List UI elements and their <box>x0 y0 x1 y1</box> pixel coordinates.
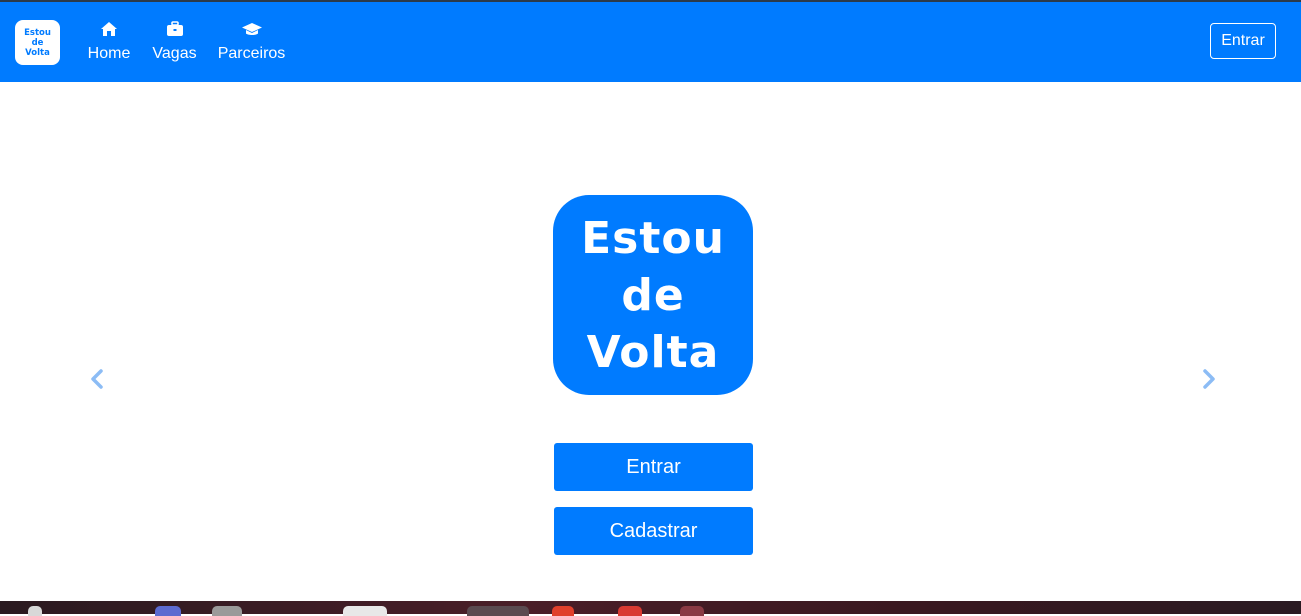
taskbar-app-icon[interactable] <box>467 606 529 616</box>
hero-logo: Estou de Volta <box>553 195 753 395</box>
login-button[interactable]: Entrar <box>554 443 753 491</box>
taskbar-app-icon[interactable] <box>155 606 181 616</box>
taskbar-app-icon[interactable] <box>343 606 387 616</box>
carousel-next[interactable] <box>1200 369 1218 389</box>
brand-logo[interactable]: Estou de Volta <box>15 20 60 65</box>
hero-logo-line-3: Volta <box>586 326 720 378</box>
navbar: Estou de Volta Home Vagas Parceiros Entr… <box>0 2 1301 82</box>
hero-logo-line-2: de <box>621 269 685 321</box>
taskbar-app-icon[interactable] <box>618 606 642 616</box>
chevron-right-icon <box>1203 369 1215 389</box>
nav-item-vagas[interactable]: Vagas <box>152 18 197 66</box>
carousel-prev[interactable] <box>88 369 106 389</box>
nav-item-label: Home <box>87 45 131 62</box>
nav-item-label: Parceiros <box>217 45 286 62</box>
nav-item-label: Vagas <box>152 45 197 62</box>
nav-item-home[interactable]: Home <box>88 18 130 66</box>
brand-logo-line-1: Estou <box>24 27 51 38</box>
graduation-cap-icon <box>241 23 262 35</box>
hero-logo-text: Estou de Volta <box>581 210 725 381</box>
taskbar-app-icon[interactable] <box>552 606 574 616</box>
chevron-left-icon <box>91 369 103 389</box>
taskbar-app-icon[interactable] <box>28 606 42 616</box>
hero-logo-line-1: Estou <box>581 212 725 264</box>
briefcase-icon <box>166 21 183 36</box>
brand-logo-line-2: de <box>31 37 44 48</box>
brand-logo-line-3: Volta <box>25 47 50 58</box>
brand-logo-text: Estou de Volta <box>24 28 51 58</box>
signup-button[interactable]: Cadastrar <box>554 507 753 555</box>
nav-login-button[interactable]: Entrar <box>1210 23 1276 59</box>
home-icon <box>101 22 117 36</box>
taskbar-app-icon[interactable] <box>680 606 704 616</box>
os-taskbar <box>0 601 1301 614</box>
nav-item-parceiros[interactable]: Parceiros <box>218 18 285 66</box>
taskbar-app-icon[interactable] <box>212 606 242 616</box>
